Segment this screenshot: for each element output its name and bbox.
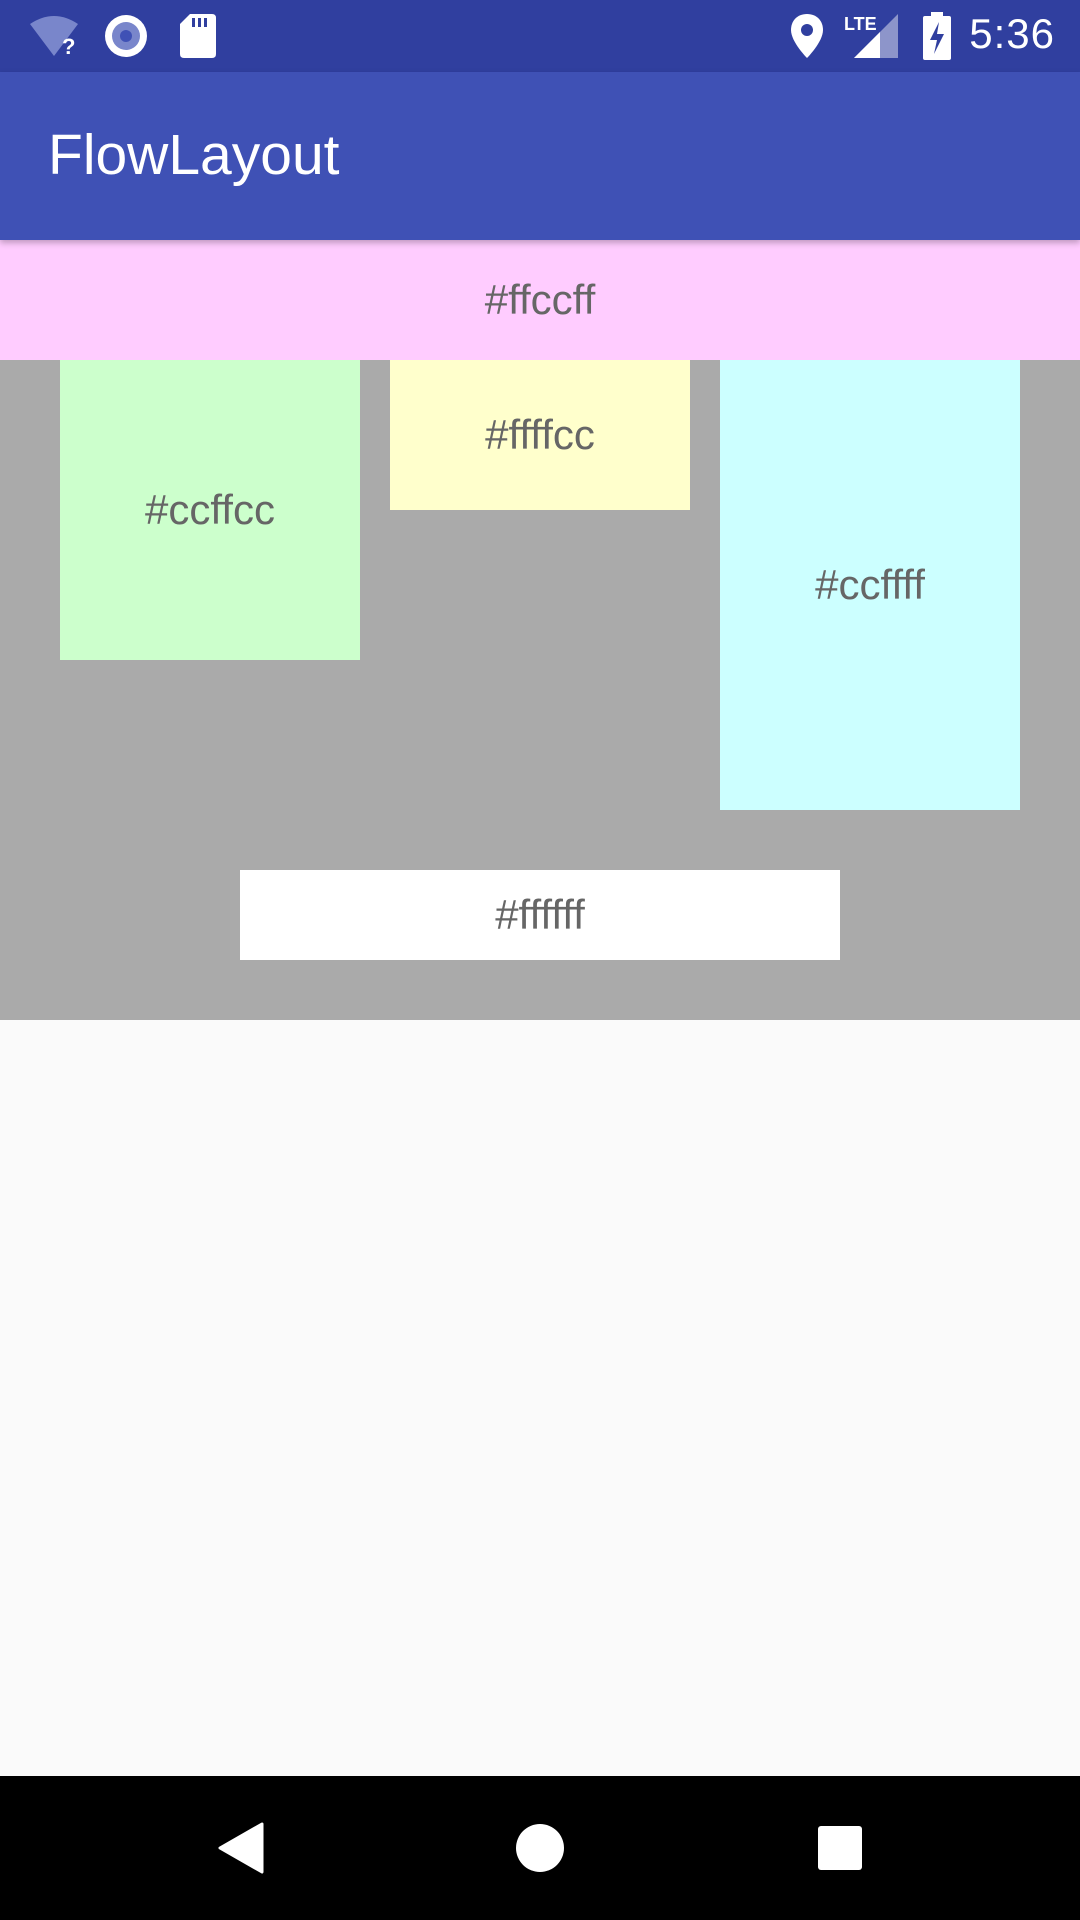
back-button[interactable] bbox=[204, 1812, 276, 1884]
svg-text:?: ? bbox=[62, 34, 75, 58]
lte-signal-icon: LTE bbox=[844, 12, 900, 63]
app-bar: FlowLayout bbox=[0, 72, 1080, 240]
wifi-unknown-icon: ? bbox=[28, 14, 80, 63]
sync-circle-icon bbox=[104, 14, 148, 63]
back-icon bbox=[218, 1822, 264, 1874]
recents-icon bbox=[818, 1826, 862, 1870]
status-clock: 5:36 bbox=[969, 10, 1055, 57]
tile-ffccff: #ffccff bbox=[0, 240, 1080, 360]
lte-label: LTE bbox=[844, 14, 877, 34]
navigation-bar bbox=[0, 1776, 1080, 1920]
sd-card-icon bbox=[180, 14, 216, 63]
location-pin-icon bbox=[790, 14, 824, 63]
tile-label: #ccffff bbox=[815, 561, 925, 608]
tile-label: #ffccff bbox=[484, 276, 596, 323]
tile-label: #ffffcc bbox=[485, 411, 595, 458]
tile-label: #ccffcc bbox=[145, 486, 275, 533]
page-title: FlowLayout bbox=[48, 123, 340, 187]
tile-ffffcc: #ffffcc bbox=[390, 360, 690, 510]
tile-ccffff: #ccffff bbox=[720, 360, 1020, 810]
battery-charging-icon bbox=[922, 12, 952, 65]
status-bar: ? LTE 5:36 bbox=[0, 0, 1080, 72]
tile-ccffcc: #ccffcc bbox=[60, 360, 360, 660]
home-icon bbox=[516, 1824, 564, 1872]
tile-ffffff: #ffffff bbox=[240, 870, 840, 960]
home-button[interactable] bbox=[504, 1812, 576, 1884]
tile-label: #ffffff bbox=[495, 891, 585, 938]
empty-content-area bbox=[0, 1020, 1080, 1776]
recents-button[interactable] bbox=[804, 1812, 876, 1884]
